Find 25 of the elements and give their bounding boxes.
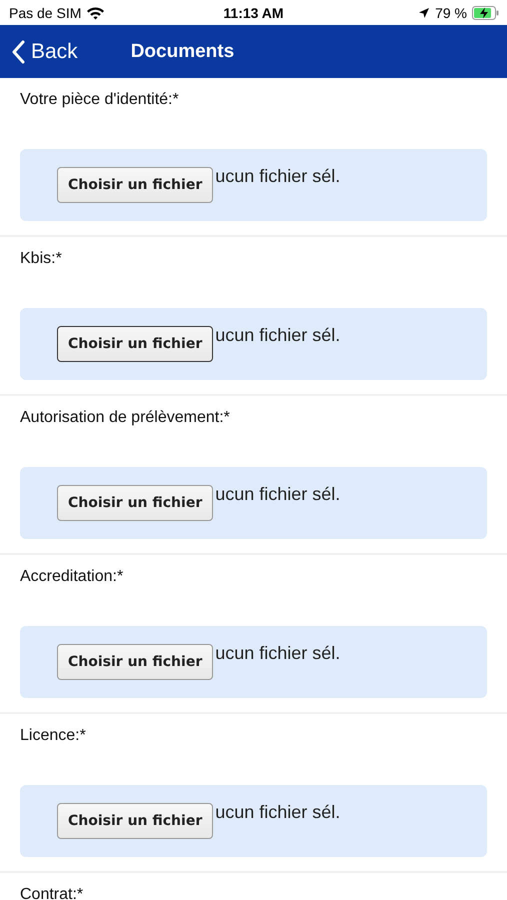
- battery-charging-icon: [472, 6, 499, 20]
- battery-percent: 79 %: [435, 4, 467, 20]
- choose-file-button[interactable]: Choisir un fichier: [57, 644, 214, 680]
- field-label: Accreditation:*: [20, 567, 124, 587]
- file-status-text: ucun fichier sél.: [215, 166, 340, 187]
- back-button[interactable]: Back: [0, 40, 78, 64]
- field-label: Autorisation de prélèvement:*: [20, 408, 231, 428]
- choose-file-button[interactable]: Choisir un fichier: [57, 167, 214, 203]
- field-label: Votre pièce d'identité:*: [20, 90, 180, 110]
- file-status-text: ucun fichier sél.: [215, 643, 340, 664]
- location-arrow-icon: [418, 6, 430, 18]
- file-status-text: ucun fichier sél.: [215, 325, 340, 346]
- field-label: Kbis:*: [20, 249, 63, 269]
- page-title: Documents: [130, 40, 234, 62]
- file-status-text: ucun fichier sél.: [215, 484, 340, 505]
- clock-time: 11:13 AM: [223, 4, 284, 20]
- file-status-text: ucun fichier sél.: [215, 802, 340, 823]
- choose-file-button[interactable]: Choisir un fichier: [57, 485, 214, 521]
- chevron-left-icon: [11, 40, 25, 64]
- field-label: Contrat:*: [20, 885, 84, 900]
- wifi-icon: [86, 6, 106, 20]
- carrier-name: Pas de SIM: [9, 4, 82, 20]
- choose-file-button[interactable]: Choisir un fichier: [57, 326, 214, 362]
- choose-file-button[interactable]: Choisir un fichier: [57, 803, 214, 839]
- field-label: Licence:*: [20, 726, 87, 746]
